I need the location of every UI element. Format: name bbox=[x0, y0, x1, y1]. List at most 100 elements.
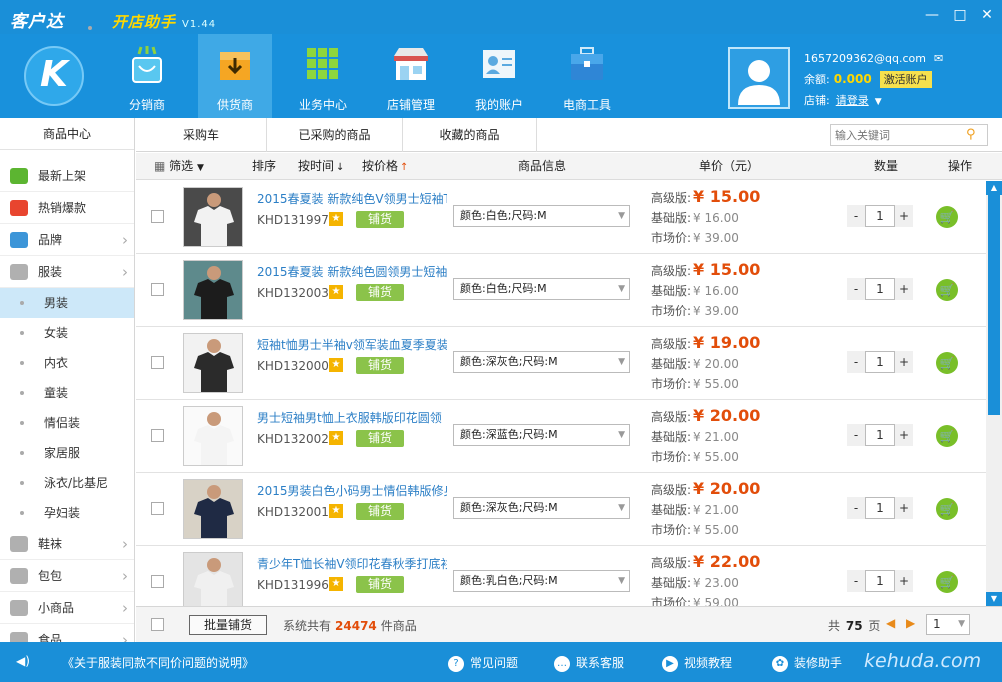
qty-decrease-button[interactable]: - bbox=[847, 278, 865, 300]
product-title-link[interactable]: 2015男装白色小码男士情侣韩版修身 bbox=[257, 482, 447, 499]
notice-link[interactable]: 《关于服装同款不同价问题的说明》 bbox=[62, 654, 254, 671]
sidebar-cat[interactable]: 鞋袜 › bbox=[0, 528, 134, 560]
sidebar-cat[interactable]: 小商品 › bbox=[0, 592, 134, 624]
spec-select[interactable]: 颜色:深灰色;尺码:M ▼ bbox=[453, 351, 630, 373]
qty-increase-button[interactable]: + bbox=[895, 497, 913, 519]
speaker-icon[interactable]: ◀) bbox=[16, 654, 30, 668]
product-title-link[interactable]: 青少年T恤长袖V领印花春秋季打底衫 bbox=[257, 555, 447, 572]
search-icon[interactable]: ⚲ bbox=[966, 127, 976, 142]
product-thumbnail[interactable] bbox=[183, 479, 243, 539]
sidebar-cat[interactable]: 包包 › bbox=[0, 560, 134, 592]
qty-decrease-button[interactable]: - bbox=[847, 424, 865, 446]
bulk-stock-button[interactable]: 批量铺货 bbox=[189, 615, 267, 635]
qty-input[interactable]: 1 bbox=[865, 497, 895, 519]
sidebar-subcat[interactable]: 女装 bbox=[0, 318, 134, 348]
stock-button[interactable]: 铺货 bbox=[356, 357, 404, 374]
sidebar-cat[interactable]: 热销爆款 bbox=[0, 192, 134, 224]
qty-input[interactable]: 1 bbox=[865, 205, 895, 227]
add-to-cart-icon[interactable]: 🛒 bbox=[936, 352, 958, 374]
row-checkbox[interactable] bbox=[151, 502, 164, 515]
prev-page-icon[interactable]: ◀ bbox=[886, 616, 895, 630]
row-checkbox[interactable] bbox=[151, 210, 164, 223]
sidebar-subcat[interactable]: 童装 bbox=[0, 378, 134, 408]
product-thumbnail[interactable] bbox=[183, 552, 243, 606]
scrollbar[interactable]: ▲ ▼ bbox=[986, 181, 1002, 606]
qty-increase-button[interactable]: + bbox=[895, 205, 913, 227]
scroll-up-icon[interactable]: ▲ bbox=[986, 181, 1002, 195]
maximize-button[interactable]: □ bbox=[948, 4, 972, 26]
add-to-cart-icon[interactable]: 🛒 bbox=[936, 206, 958, 228]
title-bar[interactable]: 客户达 开店助手 V1.44 — □ ✕ bbox=[0, 0, 1002, 34]
sidebar-cat[interactable]: 食品 › bbox=[0, 624, 134, 642]
decor-link[interactable]: ✿ 装修助手 bbox=[772, 654, 842, 672]
product-thumbnail[interactable] bbox=[183, 260, 243, 320]
nav-grid[interactable]: 业务中心 bbox=[286, 34, 360, 118]
close-button[interactable]: ✕ bbox=[975, 4, 999, 26]
spec-select[interactable]: 颜色:深灰色;尺码:M ▼ bbox=[453, 497, 630, 519]
sidebar-subcat[interactable]: 男装 bbox=[0, 288, 134, 318]
qty-input[interactable]: 1 bbox=[865, 424, 895, 446]
product-thumbnail[interactable] bbox=[183, 187, 243, 247]
sidebar-cat[interactable]: 服装 › bbox=[0, 256, 134, 288]
sidebar-subcat[interactable]: 家居服 bbox=[0, 438, 134, 468]
spec-select[interactable]: 颜色:白色;尺码:M ▼ bbox=[453, 278, 630, 300]
qty-decrease-button[interactable]: - bbox=[847, 351, 865, 373]
stock-button[interactable]: 铺货 bbox=[356, 576, 404, 593]
sidebar-subcat[interactable]: 内衣 bbox=[0, 348, 134, 378]
product-title-link[interactable]: 短袖t恤男士半袖v领军装血夏季夏装 bbox=[257, 336, 447, 353]
product-title-link[interactable]: 男士短袖男t恤上衣服韩版印花圆领 bbox=[257, 409, 447, 426]
qty-increase-button[interactable]: + bbox=[895, 570, 913, 592]
search-input[interactable] bbox=[830, 124, 988, 146]
tab-favorites[interactable]: 收藏的商品 bbox=[403, 118, 537, 152]
add-to-cart-icon[interactable]: 🛒 bbox=[936, 425, 958, 447]
product-title-link[interactable]: 2015春夏装 新款纯色V领男士短袖T恤 bbox=[257, 190, 447, 207]
sidebar-cat[interactable]: 最新上架 bbox=[0, 160, 134, 192]
select-all-checkbox[interactable] bbox=[151, 618, 164, 631]
qty-decrease-button[interactable]: - bbox=[847, 497, 865, 519]
row-checkbox[interactable] bbox=[151, 283, 164, 296]
stock-button[interactable]: 铺货 bbox=[356, 284, 404, 301]
product-thumbnail[interactable] bbox=[183, 406, 243, 466]
qty-increase-button[interactable]: + bbox=[895, 424, 913, 446]
next-page-icon[interactable]: ▶ bbox=[906, 616, 915, 630]
sidebar-cat[interactable]: 品牌 › bbox=[0, 224, 134, 256]
nav-package-box[interactable]: 供货商 bbox=[198, 34, 272, 118]
add-to-cart-icon[interactable]: 🛒 bbox=[936, 279, 958, 301]
spec-select[interactable]: 颜色:乳白色;尺码:M ▼ bbox=[453, 570, 630, 592]
scroll-thumb[interactable] bbox=[988, 195, 1000, 415]
qty-decrease-button[interactable]: - bbox=[847, 570, 865, 592]
user-avatar[interactable] bbox=[728, 47, 790, 109]
qty-decrease-button[interactable]: - bbox=[847, 205, 865, 227]
spec-select[interactable]: 颜色:白色;尺码:M ▼ bbox=[453, 205, 630, 227]
row-checkbox[interactable] bbox=[151, 356, 164, 369]
sidebar-subcat[interactable]: 情侣装 bbox=[0, 408, 134, 438]
row-checkbox[interactable] bbox=[151, 429, 164, 442]
filter-dropdown[interactable]: ▦ 筛选 ▼ bbox=[154, 153, 204, 180]
page-select[interactable]: 1 ▼ bbox=[926, 614, 970, 635]
activate-account-button[interactable]: 激活账户 bbox=[879, 71, 932, 88]
row-checkbox[interactable] bbox=[151, 575, 164, 588]
sort-by-price[interactable]: 按价格 ↑ bbox=[362, 153, 408, 180]
sort-by-time[interactable]: 按时间 ↓ bbox=[298, 153, 344, 180]
faq-link[interactable]: ? 常见问题 bbox=[448, 654, 518, 672]
tab-cart[interactable]: 采购车 bbox=[136, 118, 267, 152]
service-link[interactable]: … 联系客服 bbox=[554, 654, 624, 672]
product-thumbnail[interactable] bbox=[183, 333, 243, 393]
store-login-link[interactable]: 请登录 bbox=[836, 94, 869, 107]
qty-increase-button[interactable]: + bbox=[895, 278, 913, 300]
minimize-button[interactable]: — bbox=[920, 4, 944, 26]
nav-shopping-bag[interactable]: 分销商 bbox=[110, 34, 184, 118]
tab-purchased[interactable]: 已采购的商品 bbox=[267, 118, 403, 152]
qty-input[interactable]: 1 bbox=[865, 570, 895, 592]
stock-button[interactable]: 铺货 bbox=[356, 503, 404, 520]
spec-select[interactable]: 颜色:深蓝色;尺码:M ▼ bbox=[453, 424, 630, 446]
mail-icon[interactable]: ✉ bbox=[934, 52, 943, 65]
dropdown-arrow-icon[interactable]: ▼ bbox=[875, 97, 882, 107]
sidebar-subcat[interactable]: 孕妇装 bbox=[0, 498, 134, 528]
nav-storefront[interactable]: 店铺管理 bbox=[374, 34, 448, 118]
stock-button[interactable]: 铺货 bbox=[356, 211, 404, 228]
add-to-cart-icon[interactable]: 🛒 bbox=[936, 571, 958, 593]
qty-input[interactable]: 1 bbox=[865, 351, 895, 373]
product-title-link[interactable]: 2015春夏装 新款纯色圆领男士短袖T恤 bbox=[257, 263, 447, 280]
nav-id-card[interactable]: 我的账户 bbox=[462, 34, 536, 118]
